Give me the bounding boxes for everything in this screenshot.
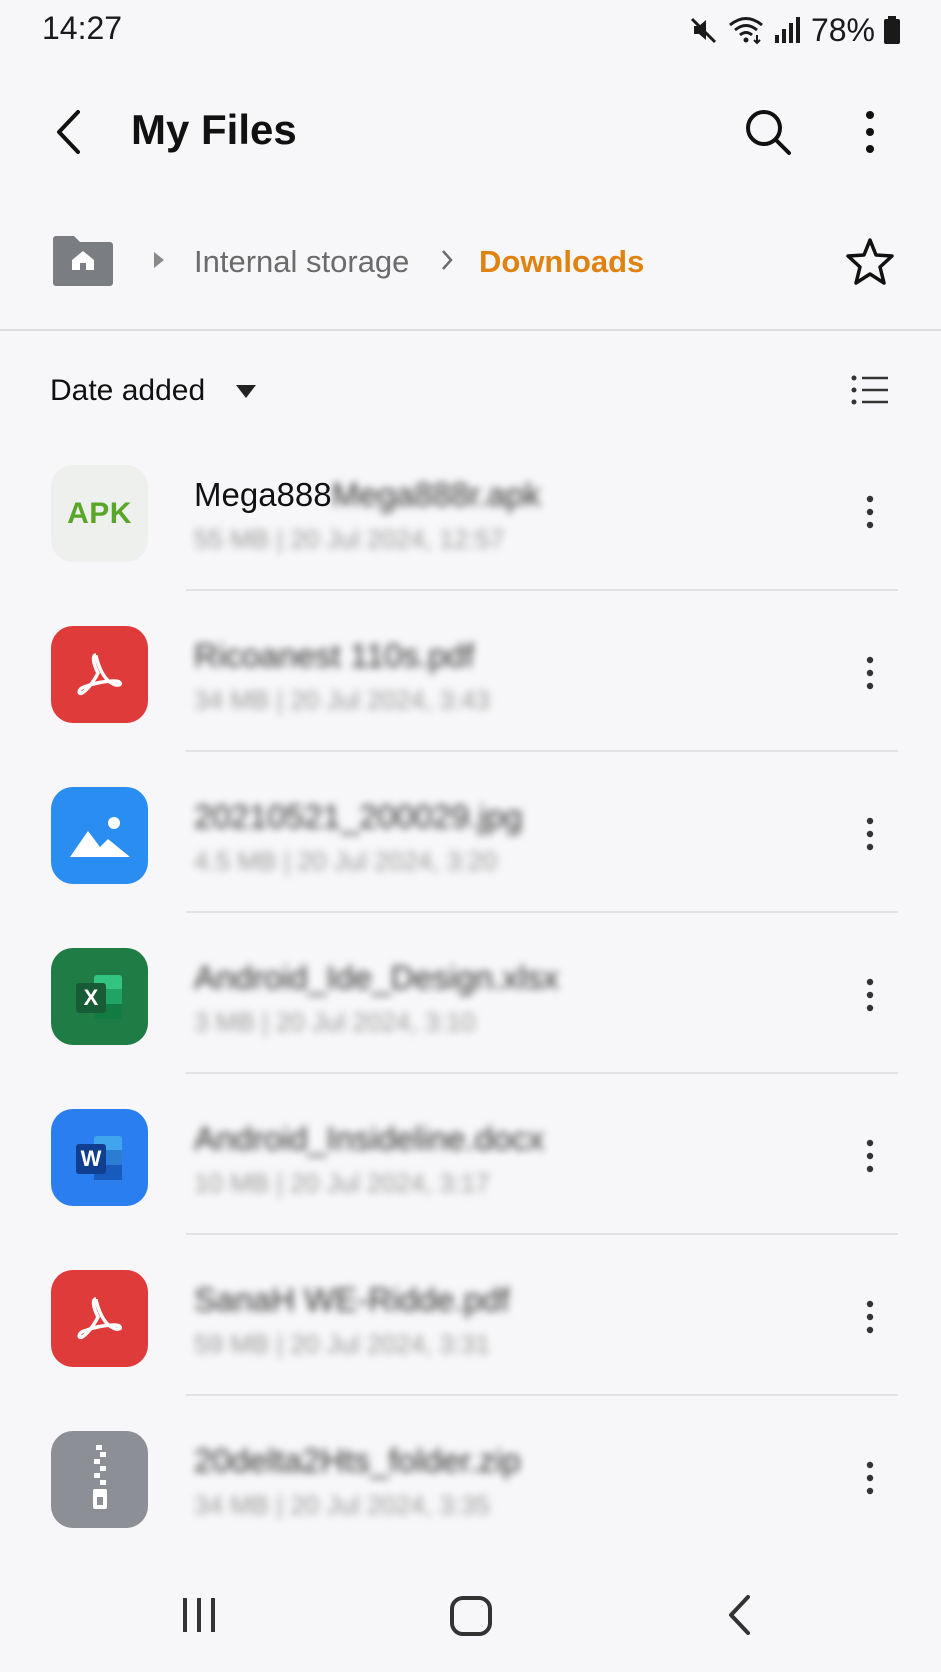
word-badge: W: [80, 1146, 101, 1171]
zip-icon: [92, 1444, 107, 1509]
file-item-pdf[interactable]: SanaH WE-Ridde.pdf 59 MB | 20 Jul 2024, …: [0, 1235, 941, 1396]
file-item-apk[interactable]: APK Mega888Mega888r.apk 55 MB | 20 Jul 2…: [0, 430, 941, 591]
recents-button[interactable]: [172, 1592, 226, 1638]
wifi-icon: [727, 15, 765, 45]
page-title: My Files: [131, 106, 297, 153]
file-name-blurred: Android_Ide_Design.xlsx: [194, 959, 560, 996]
pdf-file-icon: [51, 626, 148, 723]
more-vert-icon: [866, 111, 874, 153]
file-more-button[interactable]: [850, 804, 890, 864]
battery-icon: [883, 15, 901, 45]
more-options-button[interactable]: [845, 104, 895, 160]
file-name: SanaH WE-Ridde.pdf: [194, 1281, 509, 1319]
status-icons: 78%: [689, 12, 901, 48]
more-vert-icon: [866, 656, 874, 690]
more-vert-icon: [866, 495, 874, 529]
signal-icon: [773, 15, 801, 45]
file-meta: 59 MB | 20 Jul 2024, 3:31: [194, 1329, 490, 1359]
file-name-blurred: SanaH WE-Ridde.pdf: [194, 1281, 510, 1318]
navigation-bar: [0, 1570, 941, 1660]
file-name: Ricoanest 110s.pdf: [194, 637, 474, 675]
file-name: 20delta2Hts_folder.zip: [194, 1442, 521, 1480]
dropdown-arrow-icon[interactable]: [234, 382, 258, 400]
favorite-button[interactable]: [843, 234, 897, 288]
file-meta: 4.5 MB | 20 Jul 2024, 3:20: [194, 846, 498, 876]
my-files-screen: 14:27 78% My Files Internal storage Down…: [0, 0, 941, 1672]
excel-badge: X: [83, 985, 98, 1010]
header-divider: [0, 329, 941, 331]
search-icon: [746, 110, 791, 155]
file-name: Android_Ide_Design.xlsx: [194, 959, 559, 997]
breadcrumb-internal-storage[interactable]: Internal storage: [194, 244, 409, 280]
file-more-button[interactable]: [850, 965, 890, 1025]
pdf-file-icon: [51, 1270, 148, 1367]
back-button[interactable]: [44, 104, 94, 160]
excel-icon: X: [75, 974, 122, 1019]
mute-icon: [689, 15, 719, 45]
home-icon: [450, 1596, 492, 1636]
status-time: 14:27: [42, 10, 123, 46]
file-meta: 34 MB | 20 Jul 2024, 3:35: [194, 1490, 490, 1520]
battery-percent: 78%: [810, 11, 875, 48]
home-folder-icon: [53, 236, 113, 286]
home-button[interactable]: [446, 1592, 496, 1640]
more-vert-icon: [866, 817, 874, 851]
caret-right-icon: [154, 252, 164, 268]
word-file-icon: W: [51, 1109, 148, 1206]
file-meta: 3 MB | 20 Jul 2024, 3:10: [194, 1007, 476, 1037]
back-icon: [729, 1595, 750, 1635]
sort-dropdown[interactable]: Date added: [50, 374, 205, 408]
file-name-visible: Mega888: [194, 476, 332, 513]
file-more-button[interactable]: [850, 482, 890, 542]
image-file-icon: [51, 787, 148, 884]
file-name-blurred: 20delta2Hts_folder.zip: [194, 1442, 521, 1479]
file-more-button[interactable]: [850, 1287, 890, 1347]
file-more-button[interactable]: [850, 1448, 890, 1508]
apk-file-icon: APK: [51, 465, 148, 562]
file-name-blurred: Ricoanest 110s.pdf: [194, 637, 475, 674]
status-bar: 14:27 78%: [0, 0, 941, 62]
breadcrumb-downloads[interactable]: Downloads: [479, 244, 644, 280]
file-name-blurred: Android_Insideline.docx: [194, 1120, 545, 1157]
recents-icon: [183, 1598, 215, 1632]
chevron-right-icon: [442, 250, 453, 270]
file-item-excel[interactable]: X Android_Ide_Design.xlsx 3 MB | 20 Jul …: [0, 913, 941, 1074]
apk-badge: APK: [67, 496, 132, 530]
file-name-blurred: Mega888r.apk: [331, 476, 541, 513]
more-vert-icon: [866, 1139, 874, 1173]
word-icon: W: [75, 1135, 122, 1180]
acrobat-icon: [77, 1296, 122, 1339]
search-button[interactable]: [740, 104, 796, 160]
file-more-button[interactable]: [850, 643, 890, 703]
star-icon: [846, 238, 894, 285]
acrobat-icon: [77, 652, 122, 695]
image-icon: [69, 816, 130, 857]
file-item-zip[interactable]: 20delta2Hts_folder.zip 34 MB | 20 Jul 20…: [0, 1396, 941, 1557]
home-folder-button[interactable]: [50, 232, 116, 288]
more-vert-icon: [866, 1300, 874, 1334]
file-name: Mega888Mega888r.apk: [194, 476, 541, 514]
more-vert-icon: [866, 1461, 874, 1495]
nav-back-button[interactable]: [720, 1590, 760, 1640]
view-mode-button[interactable]: [846, 368, 894, 412]
more-vert-icon: [866, 978, 874, 1012]
file-more-button[interactable]: [850, 1126, 890, 1186]
app-header: My Files: [0, 82, 941, 182]
list-view-icon: [851, 375, 888, 405]
file-item-word[interactable]: W Android_Insideline.docx 10 MB | 20 Jul…: [0, 1074, 941, 1235]
file-meta: 10 MB | 20 Jul 2024, 3:17: [194, 1168, 490, 1198]
file-name: Android_Insideline.docx: [194, 1120, 544, 1158]
file-item-pdf[interactable]: Ricoanest 110s.pdf 34 MB | 20 Jul 2024, …: [0, 591, 941, 752]
file-name-blurred: 20210521_200029.jpg: [194, 798, 523, 835]
zip-file-icon: [51, 1431, 148, 1528]
file-item-image[interactable]: 20210521_200029.jpg 4.5 MB | 20 Jul 2024…: [0, 752, 941, 913]
back-icon: [57, 110, 80, 154]
breadcrumb: Internal storage Downloads: [0, 222, 941, 302]
excel-file-icon: X: [51, 948, 148, 1045]
file-meta: 55 MB | 20 Jul 2024, 12:57: [194, 524, 505, 554]
file-meta: 34 MB | 20 Jul 2024, 3:43: [194, 685, 490, 715]
file-name: 20210521_200029.jpg: [194, 798, 523, 836]
sort-row: Date added: [0, 360, 941, 420]
